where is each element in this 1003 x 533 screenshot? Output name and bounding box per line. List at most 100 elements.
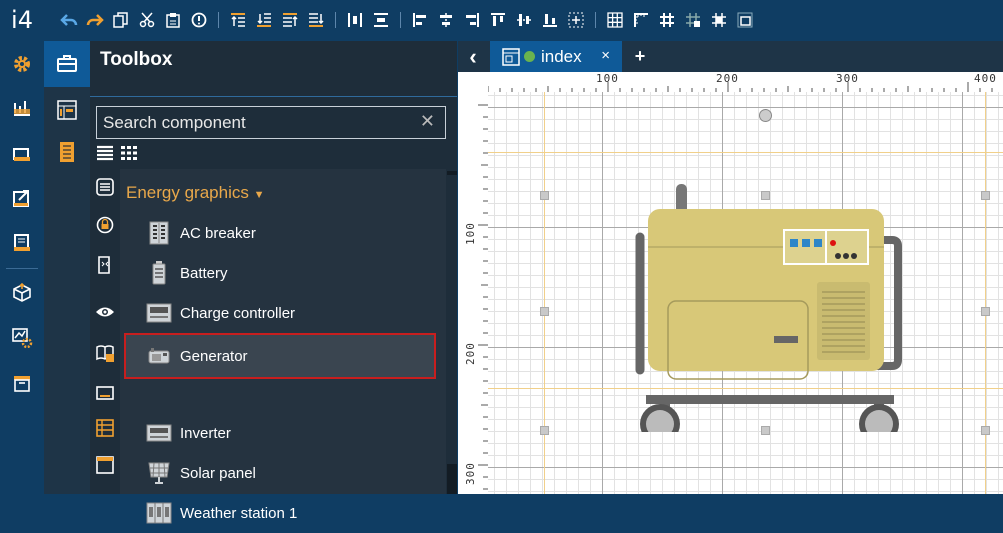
screen-category-icon[interactable] xyxy=(94,382,116,404)
devices-icon[interactable] xyxy=(8,139,36,167)
toolbox-title: Toolbox xyxy=(100,49,173,70)
generator-graphic[interactable] xyxy=(626,182,906,432)
search-input[interactable] xyxy=(97,111,405,134)
ruler-top-label: 400 xyxy=(974,72,997,85)
settings-gear-icon[interactable] xyxy=(8,50,36,78)
top-toolbar: i4 xyxy=(0,0,1003,40)
reports-icon[interactable] xyxy=(8,229,36,257)
analytics-settings-icon[interactable] xyxy=(8,324,36,352)
ruler-left-label: 100 xyxy=(464,222,477,245)
list-view-icon[interactable] xyxy=(96,145,114,166)
back-button[interactable]: ‹ xyxy=(458,41,488,72)
panel-switcher xyxy=(44,41,90,494)
tabs-bar: ‹ index × + xyxy=(458,41,1003,72)
distribute-horizontal-icon[interactable] xyxy=(344,9,366,31)
grid-settings-icon[interactable] xyxy=(682,9,704,31)
toolbar-separator xyxy=(595,12,596,28)
bring-to-front-icon[interactable] xyxy=(279,9,301,31)
delete-icon[interactable] xyxy=(188,9,210,31)
bring-forward-icon[interactable] xyxy=(227,9,249,31)
snap-icon[interactable] xyxy=(708,9,730,31)
nav-separator xyxy=(6,268,38,269)
canvas-viewport[interactable]: 100 200 300 400 100 200 300 xyxy=(458,72,1003,494)
resize-handle[interactable] xyxy=(540,426,549,435)
ruler-icon[interactable] xyxy=(630,9,652,31)
ruler-left: 100 200 300 xyxy=(458,92,489,494)
paste-icon[interactable] xyxy=(162,9,184,31)
align-top-icon[interactable] xyxy=(487,9,509,31)
scrollbar-top-thumb[interactable] xyxy=(447,171,457,175)
eye-category-icon[interactable] xyxy=(94,301,116,323)
archive-icon[interactable] xyxy=(8,369,36,397)
list-item-label: Charge controller xyxy=(180,304,296,322)
list-item-battery[interactable]: Battery xyxy=(124,253,436,293)
ruler-top-label: 200 xyxy=(716,72,739,85)
list-item-ac-breaker[interactable]: AC breaker xyxy=(124,213,436,253)
grid-view-icon[interactable] xyxy=(120,145,138,166)
undo-icon[interactable] xyxy=(58,9,80,31)
align-right-icon[interactable] xyxy=(461,9,483,31)
align-bottom-icon[interactable] xyxy=(539,9,561,31)
list-item-charge-controller[interactable]: Charge controller xyxy=(124,293,436,333)
generator-icon xyxy=(146,343,172,369)
resize-handle[interactable] xyxy=(981,191,990,200)
resize-handle[interactable] xyxy=(540,191,549,200)
layout-tab-icon[interactable] xyxy=(56,99,78,121)
grid-icon[interactable] xyxy=(604,9,626,31)
rotate-handle[interactable] xyxy=(759,109,772,122)
solar-panel-icon xyxy=(146,460,172,486)
ruler-left-label: 300 xyxy=(464,462,477,485)
send-to-back-icon[interactable] xyxy=(305,9,327,31)
package-icon[interactable] xyxy=(8,279,36,307)
script-category-icon[interactable] xyxy=(94,254,116,276)
list-scrollbar[interactable] xyxy=(447,169,457,494)
generator-chassis xyxy=(646,395,894,404)
resize-handle[interactable] xyxy=(981,307,990,316)
window-category-icon[interactable] xyxy=(94,454,116,476)
notes-tab-icon[interactable] xyxy=(56,141,78,163)
add-tab-button[interactable]: + xyxy=(628,41,652,72)
inverter-icon xyxy=(146,420,172,446)
tab-index[interactable]: index × xyxy=(490,41,622,72)
list-item-label: Solar panel xyxy=(180,464,256,482)
toolbox-tab-icon[interactable] xyxy=(44,41,90,87)
toolbox-panel: Toolbox ✕ Energy graphics ▼ AC breaker B… xyxy=(90,41,457,524)
redo-icon[interactable] xyxy=(84,9,106,31)
list-item-inverter[interactable]: Inverter xyxy=(124,413,436,453)
list-item-weather-station[interactable]: Weather station 1 xyxy=(124,493,436,533)
copy-icon[interactable] xyxy=(110,9,132,31)
dashboard-icon[interactable] xyxy=(8,93,36,121)
list-category-icon[interactable] xyxy=(94,176,116,198)
resize-handle[interactable] xyxy=(540,307,549,316)
close-tab-icon[interactable]: × xyxy=(601,47,610,64)
list-item-solar-panel[interactable]: Solar panel xyxy=(124,453,436,493)
center-icon[interactable] xyxy=(565,9,587,31)
clear-search-icon[interactable]: ✕ xyxy=(420,111,435,132)
view-toggles xyxy=(96,145,138,166)
align-middle-icon[interactable] xyxy=(513,9,535,31)
left-nav xyxy=(0,41,44,494)
toolbar-separator xyxy=(400,12,401,28)
table-category-icon[interactable] xyxy=(94,417,116,439)
security-category-icon[interactable] xyxy=(94,214,116,236)
category-column xyxy=(90,169,120,494)
export-icon[interactable] xyxy=(8,184,36,212)
group-header[interactable]: Energy graphics ▼ xyxy=(126,183,264,203)
component-list: Energy graphics ▼ AC breaker Battery Cha… xyxy=(120,169,446,524)
send-backward-icon[interactable] xyxy=(253,9,275,31)
scrollbar-thumb[interactable] xyxy=(447,464,457,494)
distribute-vertical-icon[interactable] xyxy=(370,9,392,31)
screen-doc-icon xyxy=(502,47,520,66)
align-left-icon[interactable] xyxy=(409,9,431,31)
list-item-generator[interactable]: Generator xyxy=(124,333,436,379)
list-item-label: AC breaker xyxy=(180,224,256,242)
group-label: Energy graphics xyxy=(126,183,249,202)
library-category-icon[interactable] xyxy=(94,342,116,364)
resize-handle[interactable] xyxy=(981,426,990,435)
snap-grid-icon[interactable] xyxy=(656,9,678,31)
cut-icon[interactable] xyxy=(136,9,158,31)
fit-screen-icon[interactable] xyxy=(734,9,756,31)
ruler-top-label: 100 xyxy=(596,72,619,85)
editor-area: ‹ index × + 100 200 300 400 100 200 300 xyxy=(458,41,1003,494)
align-center-icon[interactable] xyxy=(435,9,457,31)
